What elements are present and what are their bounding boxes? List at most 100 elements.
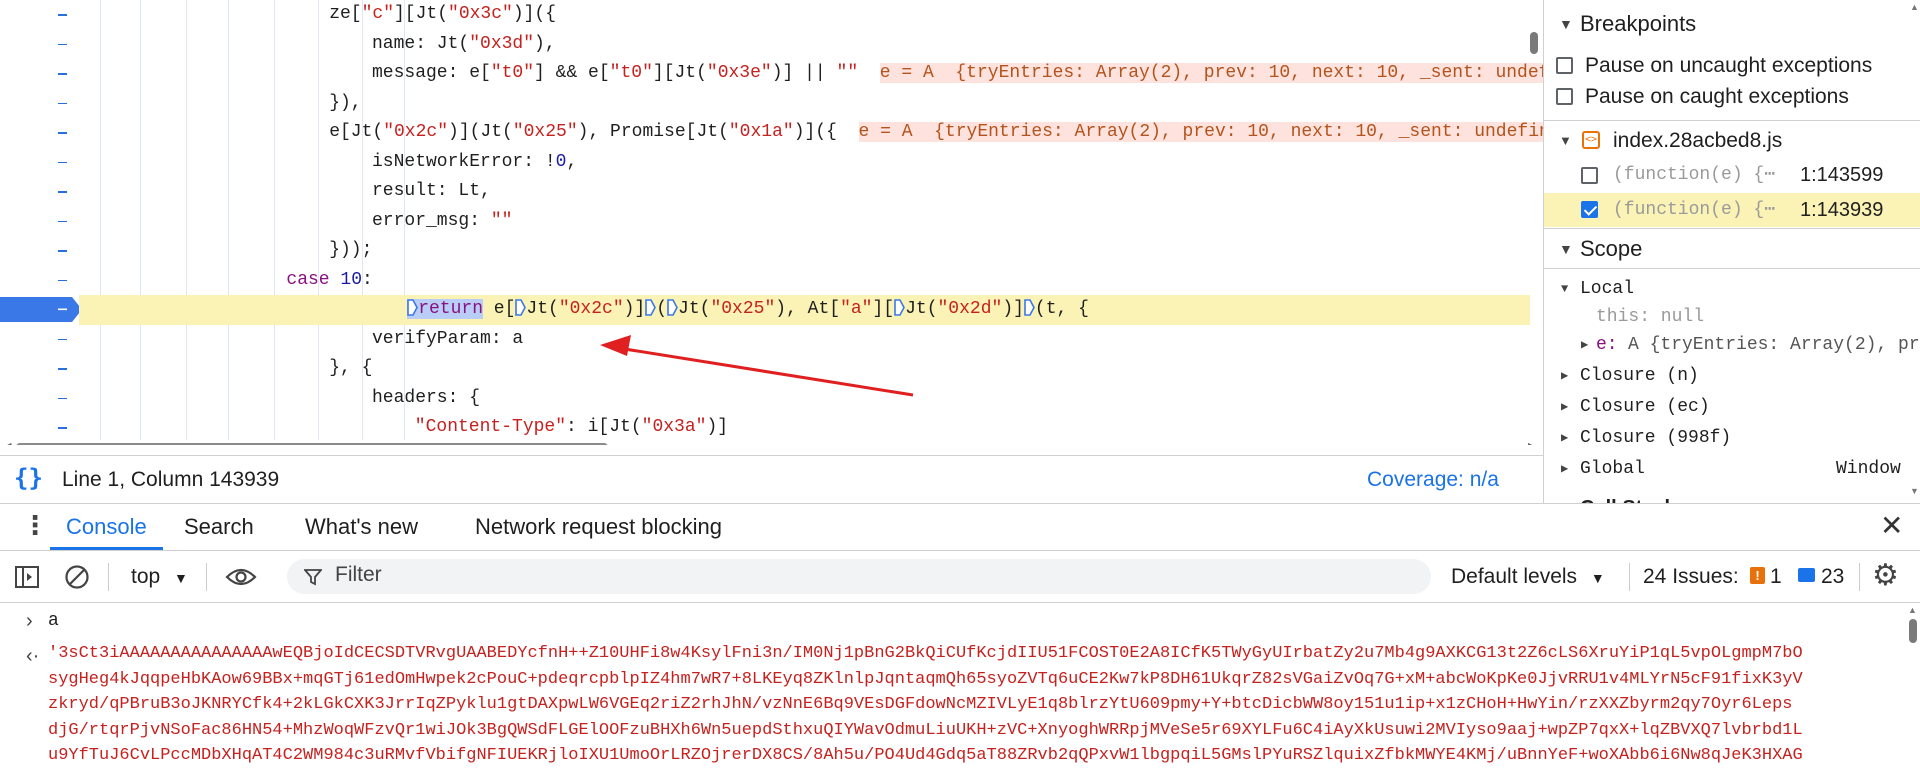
clear-console-icon[interactable] (64, 564, 90, 590)
breakpoint-line-number[interactable] (0, 295, 82, 325)
line-number[interactable] (0, 148, 80, 178)
code-line[interactable]: "Content-Type": i[Jt("0x3a")] (415, 413, 728, 443)
code-line[interactable]: }), (329, 89, 361, 119)
context-selector[interactable]: top ▼ (131, 551, 188, 604)
line-number[interactable] (0, 354, 80, 384)
line-number[interactable] (0, 384, 80, 414)
settings-gear-icon[interactable]: ⚙ (1872, 560, 1899, 592)
tab-whats-new[interactable]: What's new (305, 504, 418, 550)
scope-global[interactable]: ▶ Global Window (1544, 454, 1920, 485)
vertical-scrollbar-thumb[interactable] (1530, 32, 1538, 54)
indent-guide (228, 0, 229, 440)
inline-breakpoint-icon[interactable] (407, 298, 419, 316)
call-stack-header[interactable]: ▶ Call Stack (1544, 486, 1920, 503)
tab-console[interactable]: Console (50, 504, 163, 550)
expand-triangle-icon: ▶ (1561, 462, 1569, 476)
scope-e[interactable]: ▶ e: A {tryEntries: Array(2), prev: 10, … (1544, 330, 1920, 361)
code-line[interactable]: })); (329, 236, 372, 266)
more-tabs-icon[interactable]: ⋮ (22, 512, 48, 538)
pretty-print-icon[interactable]: {} (14, 464, 43, 492)
log-levels-dropdown[interactable]: Default levels ▼ (1451, 551, 1605, 604)
scroll-right-icon[interactable]: ▶ (1528, 440, 1536, 445)
breakpoint-file[interactable]: ▼ <> index.28acbed8.js (1544, 124, 1920, 158)
code-line[interactable]: result: Lt, (372, 177, 491, 207)
result-string[interactable]: '3sCt3iAAAAAAAAAAAAAAAwEQBjoIdCECSDTVRvg… (48, 641, 1858, 769)
code-line[interactable]: headers: { (372, 384, 480, 414)
code-line-paused[interactable]: return e[Jt("0x2c")](Jt("0x25"), At["a"]… (79, 295, 1530, 325)
breakpoints-header[interactable]: ▼ Breakpoints (1544, 2, 1920, 46)
line-number[interactable] (0, 89, 80, 119)
line-marker (58, 250, 67, 252)
line-number[interactable] (0, 413, 80, 443)
code-line[interactable]: message: e["t0"] && e["t0"][Jt("0x3e")] … (372, 59, 1543, 89)
prompt-chevron-icon: › (26, 610, 33, 632)
line-number[interactable] (0, 266, 80, 296)
scope-local[interactable]: ▼ Local (1544, 274, 1920, 305)
result-chevron-icon: ‹· (26, 645, 40, 667)
expand-triangle-icon: ▶ (1559, 486, 1570, 503)
separator (206, 563, 207, 591)
scroll-left-icon[interactable]: ◀ (3, 440, 11, 445)
breakpoint-checkbox[interactable] (1581, 201, 1598, 218)
inline-breakpoint-icon[interactable] (1024, 298, 1035, 316)
sidebar-toggle-icon[interactable] (14, 565, 40, 589)
code-line[interactable]: verifyParam: a (372, 325, 523, 355)
inline-breakpoint-icon[interactable] (645, 298, 657, 316)
code-editor[interactable]: ze["c"][Jt("0x3c")]({name: Jt("0x3d"), me… (0, 0, 1543, 445)
code-line[interactable]: isNetworkError: !0, (372, 148, 577, 178)
issues-counter[interactable]: 24 Issues: (1643, 551, 1739, 603)
indent-guide (186, 0, 187, 440)
breakpoint-item-active[interactable]: (function(e) {⋯ 1:143939 (1544, 193, 1920, 227)
separator (1859, 563, 1860, 591)
line-number[interactable] (0, 236, 80, 266)
line-number[interactable] (0, 325, 80, 355)
horizontal-scrollbar-thumb[interactable] (16, 443, 608, 445)
inline-breakpoint-icon[interactable] (894, 298, 906, 316)
coverage-status[interactable]: Coverage: n/a (1367, 468, 1499, 492)
js-file-icon: <> (1582, 131, 1600, 149)
line-gutter[interactable] (0, 0, 82, 443)
line-marker (58, 338, 67, 340)
cursor-position: Line 1, Column 143939 (62, 468, 280, 491)
code-line[interactable]: name: Jt("0x3d"), (372, 30, 556, 60)
inline-breakpoint-icon[interactable] (667, 298, 678, 316)
pause-uncaught-checkbox[interactable] (1556, 57, 1573, 74)
console-result-line[interactable]: ‹· '3sCt3iAAAAAAAAAAAAAAAwEQBjoIdCECSDTV… (0, 641, 1905, 770)
tab-network-request-blocking[interactable]: Network request blocking (475, 504, 722, 550)
line-number[interactable] (0, 118, 80, 148)
pause-caught-checkbox[interactable] (1556, 88, 1573, 105)
indent-guide (140, 0, 141, 440)
filter-input[interactable]: Filter (287, 559, 1431, 594)
eye-icon[interactable] (225, 567, 257, 587)
code-line[interactable]: ze["c"][Jt("0x3c")]({ (329, 0, 556, 30)
line-number[interactable] (0, 207, 80, 237)
line-marker (58, 73, 67, 75)
breakpoint-item[interactable]: (function(e) {⋯ 1:143599 (1544, 159, 1920, 192)
pause-uncaught-option[interactable]: Pause on uncaught exceptions (1544, 50, 1920, 81)
pause-caught-option[interactable]: Pause on caught exceptions (1544, 81, 1920, 112)
line-number[interactable] (0, 30, 80, 60)
console-scrollbar[interactable]: ▲ (1905, 603, 1920, 770)
inline-breakpoint-icon[interactable] (515, 298, 527, 316)
console-output[interactable]: › a ‹· '3sCt3iAAAAAAAAAAAAAAAwEQBjoIdCEC… (0, 603, 1920, 770)
scope-closure[interactable]: ▶ Closure (ec) (1544, 392, 1920, 423)
code-line[interactable]: error_msg: "" (372, 207, 512, 237)
code-line[interactable]: case 10: (286, 266, 372, 296)
horizontal-scrollbar[interactable]: ◀ ▶ (0, 440, 1543, 445)
line-number[interactable] (0, 177, 80, 207)
breakpoint-marker-icon[interactable] (0, 295, 82, 324)
issue-error-count: 1 (1770, 565, 1782, 588)
code-line[interactable]: }, { (329, 354, 372, 384)
scope-closure[interactable]: ▶ Closure (998f) (1544, 423, 1920, 454)
line-marker (58, 191, 67, 193)
breakpoint-checkbox[interactable] (1581, 167, 1598, 184)
scope-header[interactable]: ▼ Scope (1544, 227, 1920, 271)
line-marker (58, 43, 67, 45)
code-line[interactable]: e[Jt("0x2c")](Jt("0x25"), Promise[Jt("0x… (329, 118, 1543, 148)
tab-search[interactable]: Search (184, 504, 254, 550)
line-number[interactable] (0, 59, 80, 89)
close-drawer-icon[interactable]: ✕ (1880, 510, 1903, 542)
line-number[interactable] (0, 0, 80, 30)
sidebar-scrollbar[interactable]: ▲ ▼ (1909, 0, 1920, 503)
scope-closure[interactable]: ▶ Closure (n) (1544, 361, 1920, 392)
